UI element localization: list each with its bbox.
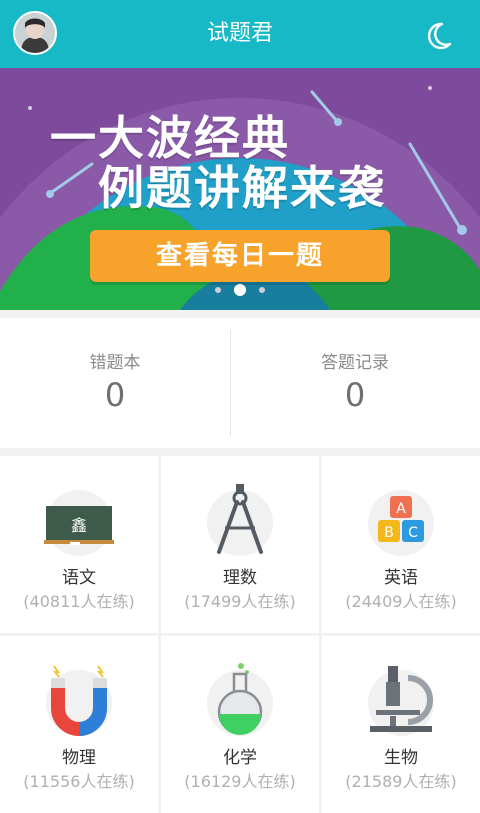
moon-icon[interactable] xyxy=(420,18,456,54)
subject-chinese[interactable]: 鑫 语文 (40811人在练) xyxy=(0,456,158,633)
stat-value: 0 xyxy=(104,376,126,414)
board-char: 鑫 xyxy=(71,516,87,535)
practice-count: (17499人在练) xyxy=(184,592,296,611)
compass-icon xyxy=(217,484,263,554)
subject-math[interactable]: 理数 (17499人在练) xyxy=(161,456,319,633)
subject-grid: 鑫 语文 (40811人在练) 理数 (17499人在练) A B C 英语 (… xyxy=(0,456,480,813)
microscope-icon xyxy=(370,666,433,732)
subject-name: 语文 xyxy=(62,568,96,588)
promo-banner[interactable]: 一大波经典 例题讲解来袭 查看每日一题 xyxy=(0,68,480,310)
wrong-questions-stat[interactable]: 错题本 0 xyxy=(0,318,230,448)
subject-chemistry[interactable]: 化学 (16129人在练) xyxy=(161,636,319,813)
answer-history-stat[interactable]: 答题记录 0 xyxy=(240,318,470,448)
banner-headline-2: 例题讲解来袭 xyxy=(98,161,386,215)
subject-name: 理数 xyxy=(223,568,257,588)
subject-english[interactable]: A B C 英语 (24409人在练) xyxy=(322,456,480,633)
practice-count: (21589人在练) xyxy=(345,772,457,791)
practice-count: (40811人在练) xyxy=(23,592,135,611)
abc-blocks-icon: A B C xyxy=(378,496,424,542)
top-app-bar: 试题君 xyxy=(0,0,480,68)
subject-biology[interactable]: 生物 (21589人在练) xyxy=(322,636,480,813)
subject-physics[interactable]: 物理 (11556人在练) xyxy=(0,636,158,813)
divider xyxy=(230,330,231,436)
block-letter: A xyxy=(396,501,406,517)
block-letter: C xyxy=(408,525,418,541)
subject-name: 化学 xyxy=(223,748,257,768)
practice-count: (24409人在练) xyxy=(345,592,457,611)
stat-label: 错题本 xyxy=(89,353,141,373)
carousel-dot-active[interactable] xyxy=(234,284,246,296)
block-letter: B xyxy=(384,525,394,541)
carousel-indicator xyxy=(0,282,480,298)
stat-value: 0 xyxy=(344,376,366,414)
magnet-icon xyxy=(51,665,107,736)
stats-panel: 错题本 0 答题记录 0 xyxy=(0,318,480,448)
practice-count: (16129人在练) xyxy=(184,772,296,791)
carousel-dot[interactable] xyxy=(259,287,265,293)
daily-question-button[interactable]: 查看每日一题 xyxy=(90,230,390,282)
stat-label: 答题记录 xyxy=(321,353,389,373)
subject-name: 物理 xyxy=(62,748,96,768)
subject-name: 生物 xyxy=(384,748,418,768)
chalkboard-icon: 鑫 xyxy=(44,506,114,545)
carousel-dot[interactable] xyxy=(215,287,221,293)
page-title: 试题君 xyxy=(206,21,273,46)
subject-name: 英语 xyxy=(384,568,418,588)
flask-icon xyxy=(217,663,263,735)
practice-count: (11556人在练) xyxy=(23,772,135,791)
